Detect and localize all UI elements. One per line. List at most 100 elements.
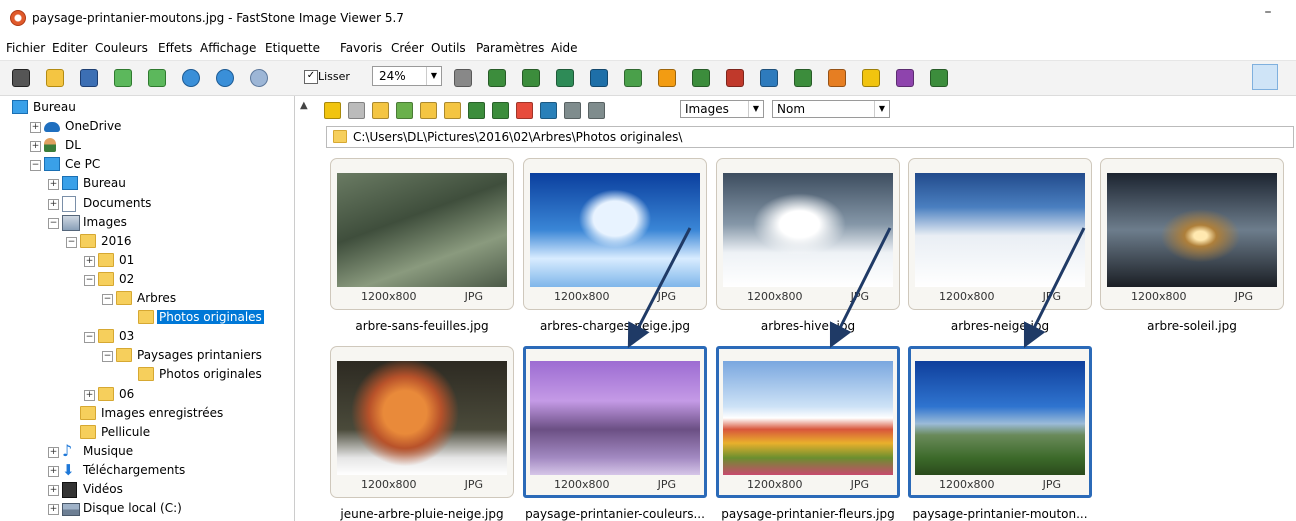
zoom-in-icon[interactable] [182,69,200,87]
hand-icon[interactable] [454,69,472,87]
resize-icon[interactable] [522,69,540,87]
menu-editer[interactable]: Editer [52,41,88,55]
tree-item-label: 01 [119,252,135,267]
scroll-up-icon[interactable]: ▲ [300,100,308,111]
thumbnail-card[interactable]: 1200x800 JPG [523,346,707,498]
desktop-icon [12,100,28,114]
menu-effets[interactable]: Effets [158,41,192,55]
sort-select[interactable]: Nom ▼ [772,100,890,118]
slideshow-icon[interactable] [794,69,812,87]
thumbnail-card[interactable]: 1200x800 JPG [330,158,514,310]
layout-toggle-button[interactable] [1252,64,1278,90]
menu-affichage[interactable]: Affichage [200,41,256,55]
expand-icon[interactable]: + [84,389,95,401]
menu-outils[interactable]: Outils [431,41,466,55]
compare-icon[interactable] [760,69,778,87]
new-folder-icon[interactable] [396,102,413,119]
text-icon[interactable] [590,69,608,87]
actual-size-icon[interactable] [250,69,268,87]
thumbnail-filename[interactable]: arbres-neige.jpg [908,319,1092,333]
forward-arrow-icon[interactable] [348,102,365,119]
thumbnail-filename[interactable]: paysage-printanier-fleurs.jpg [716,507,900,521]
video-icon [62,482,77,498]
batch-icon[interactable] [930,69,948,87]
minimize-button[interactable]: – [1256,4,1280,20]
save-icon[interactable] [80,69,98,87]
rotate-left-icon[interactable] [692,69,710,87]
rotate-right-icon[interactable] [726,69,744,87]
back-arrow-icon[interactable] [324,102,341,119]
expand-icon[interactable]: + [48,179,59,191]
thumbnail-filename[interactable]: paysage-printanier-couleurs... [523,507,707,521]
collapse-icon[interactable]: − [66,236,77,248]
thumbnail-filename[interactable]: arbre-sans-feuilles.jpg [330,319,514,333]
path-bar[interactable]: C:\Users\DL\Pictures\2016\02\Arbres\Phot… [326,126,1294,148]
disk-icon [62,503,80,517]
expand-icon[interactable]: + [48,198,59,210]
menu-favoris[interactable]: Favoris [340,41,382,55]
collapse-icon[interactable]: − [84,332,95,344]
print-icon[interactable] [896,69,914,87]
thumbnail-filename[interactable]: paysage-printanier-mouton... [908,507,1092,521]
open-folder-icon[interactable] [46,69,64,87]
thumbnail-card[interactable]: 1200x800 JPG [716,346,900,498]
zoom-out-icon[interactable] [216,69,234,87]
camera-icon[interactable] [12,69,30,87]
favorite-folder-icon[interactable] [444,102,461,119]
smooth-checkbox[interactable]: ✓ [304,70,318,84]
up-folder-icon[interactable] [372,102,389,119]
expand-icon[interactable]: + [30,141,41,153]
filter-select[interactable]: Images ▼ [680,100,764,118]
open-folder-icon[interactable] [420,102,437,119]
folder-icon [98,386,114,401]
menu-couleurs[interactable]: Couleurs [95,41,148,55]
menu-fichier[interactable]: Fichier [6,41,45,55]
collapse-icon[interactable]: − [102,351,113,363]
thumbnail-card[interactable]: 1200x800 JPG [908,346,1092,498]
delete-icon[interactable] [516,102,533,119]
thumbnail-card[interactable]: 1200x800 JPG [716,158,900,310]
expand-icon[interactable]: + [48,446,59,458]
menu-aide[interactable]: Aide [551,41,578,55]
sun-icon[interactable] [658,69,676,87]
download-icon: ⬇ [62,460,75,479]
thumbnail-card[interactable]: 1200x800 JPG [330,346,514,498]
adjust-icon[interactable] [556,69,574,87]
menu-creer[interactable]: Créer [391,41,424,55]
thumbnail-dimensions: 1200x800 [361,290,417,303]
collapse-icon[interactable]: − [102,294,113,305]
menu-etiquette[interactable]: Etiquette [265,41,320,55]
thumbnail-card[interactable]: 1200x800 JPG [1100,158,1284,310]
menu-parametres[interactable]: Paramètres [476,41,544,55]
collapse-icon[interactable]: − [84,274,95,286]
collapse-icon[interactable]: − [30,160,41,172]
thumbnail-filename[interactable]: arbres-hiver.jpg [716,319,900,333]
thumbnail-filename[interactable]: arbres-charges-neige.jpg [523,319,707,333]
tree-item-label: OneDrive [65,119,122,134]
zoom-select[interactable]: 24% ▼ [372,66,442,86]
expand-icon[interactable]: + [48,485,59,496]
person-icon[interactable] [624,69,642,87]
crop-icon[interactable] [488,69,506,87]
refresh-icon[interactable] [468,102,485,119]
expand-icon[interactable]: + [84,255,95,267]
next-icon[interactable] [148,69,166,87]
chevron-down-icon: ▼ [748,101,763,117]
collapse-icon[interactable]: − [48,217,59,229]
email-icon[interactable] [862,69,880,87]
thumbnail-filename[interactable]: jeune-arbre-pluie-neige.jpg [330,507,514,521]
sync-icon[interactable] [492,102,509,119]
tree-item-label: Vidéos [83,482,123,496]
view-thumbs-icon[interactable] [540,102,557,119]
tree-item-label: Photos originales [159,367,262,382]
draw-icon[interactable] [828,69,846,87]
prev-icon[interactable] [114,69,132,87]
view-details-icon[interactable] [564,102,581,119]
view-list-icon[interactable] [588,102,605,119]
thumbnail-filename[interactable]: arbre-soleil.jpg [1100,319,1284,333]
thumbnail-card[interactable]: 1200x800 JPG [908,158,1092,310]
thumbnail-card[interactable]: 1200x800 JPG [523,158,707,310]
expand-icon[interactable]: + [48,504,59,516]
expand-icon[interactable]: + [30,122,41,134]
expand-icon[interactable]: + [48,465,59,477]
